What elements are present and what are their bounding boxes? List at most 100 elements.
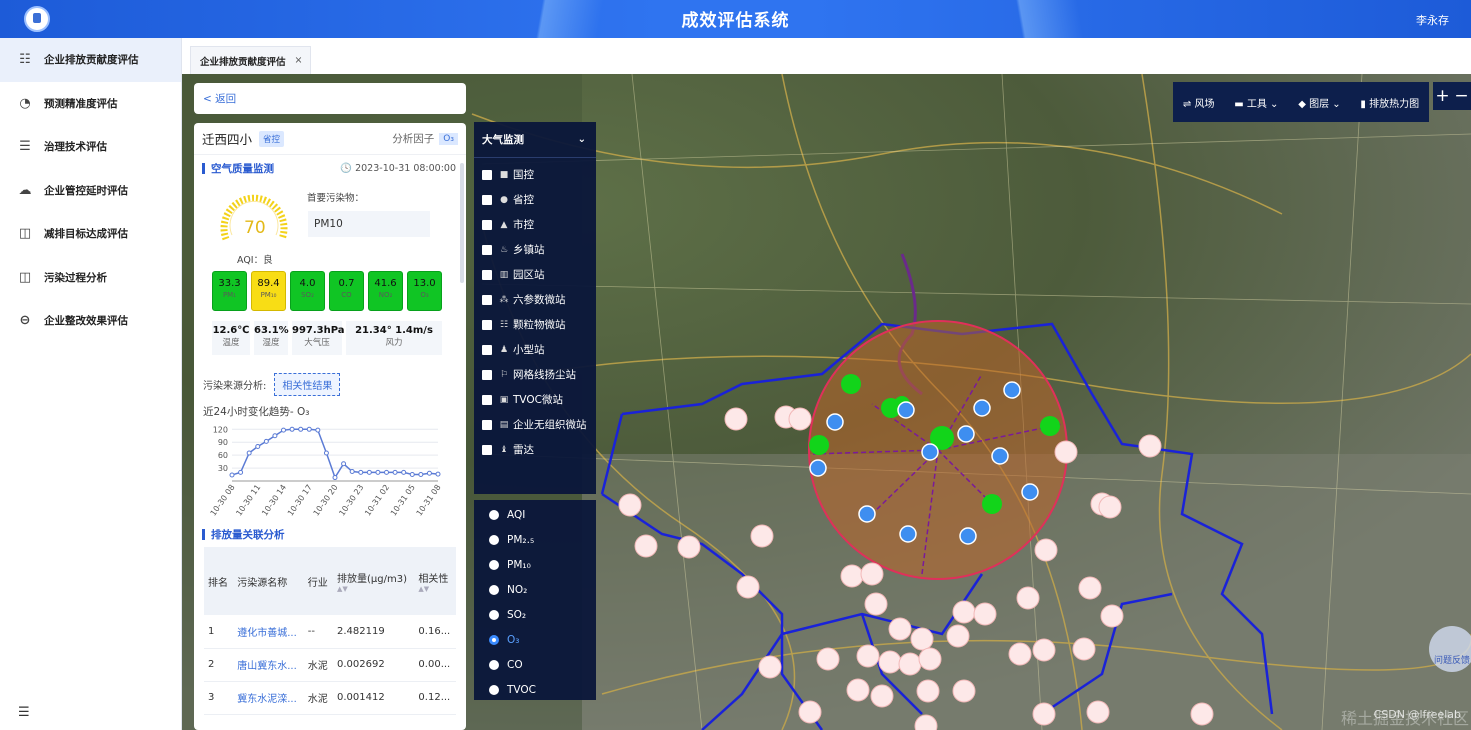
radio[interactable] bbox=[489, 584, 499, 595]
factor-label: PM₂.₅ bbox=[507, 533, 535, 546]
data-point[interactable] bbox=[246, 450, 252, 456]
feedback-button[interactable]: 问题反馈 bbox=[1429, 626, 1471, 672]
wind-field-button[interactable]: ⇌ 风场 bbox=[1183, 95, 1215, 110]
data-point[interactable] bbox=[298, 426, 304, 432]
factor-radio-item[interactable]: PM₂.₅ bbox=[474, 527, 596, 552]
data-point[interactable] bbox=[409, 472, 415, 478]
factor-radio-item[interactable]: AQI bbox=[474, 502, 596, 527]
data-point[interactable] bbox=[349, 469, 355, 475]
factor-radio-item[interactable]: PM₁₀ bbox=[474, 552, 596, 577]
radio[interactable] bbox=[489, 684, 499, 695]
tab-emission-contribution[interactable]: 企业排放贡献度评估 × bbox=[190, 46, 311, 74]
layer-item[interactable]: ☷ 颗粒物微站 bbox=[474, 312, 596, 337]
tools-dropdown[interactable]: ▬ 工具 ⌄ bbox=[1234, 95, 1278, 110]
checkbox[interactable] bbox=[482, 219, 492, 230]
data-point[interactable] bbox=[306, 426, 312, 432]
factor-radio-item[interactable]: SO₂ bbox=[474, 602, 596, 627]
checkbox[interactable] bbox=[482, 419, 492, 430]
data-point[interactable] bbox=[289, 426, 295, 432]
sort-icon[interactable]: ▲▼ bbox=[337, 585, 410, 593]
checkbox[interactable] bbox=[482, 269, 492, 280]
zoom-out-button[interactable]: − bbox=[1454, 86, 1468, 106]
table-row[interactable]: 3 冀东水泥滦... 水泥 0.001412 0.12... bbox=[204, 681, 456, 715]
radio[interactable] bbox=[489, 634, 499, 645]
sidebar-item-1[interactable]: ◔ 预测精准度评估 bbox=[0, 82, 181, 126]
layer-panel-header[interactable]: 大气监测 ⌄ bbox=[474, 122, 596, 158]
factor-radio-item[interactable]: O₃ bbox=[474, 627, 596, 652]
radio[interactable] bbox=[489, 659, 499, 670]
data-point[interactable] bbox=[229, 472, 235, 478]
primary-pollutant-label: 首要污染物： bbox=[307, 193, 365, 204]
layer-item[interactable]: ♨ 乡镇站 bbox=[474, 237, 596, 262]
sidebar-item-0[interactable]: ☷ 企业排放贡献度评估 bbox=[0, 38, 181, 82]
column-header[interactable]: 相关性 ▲▼ bbox=[414, 547, 456, 615]
sort-icon[interactable]: ▲▼ bbox=[418, 585, 452, 593]
table-cell[interactable]: 唐山冀东水... bbox=[233, 648, 304, 682]
sidebar-item-3[interactable]: ☁ 企业管控延时评估 bbox=[0, 169, 181, 213]
layer-item[interactable]: ⁂ 六参数微站 bbox=[474, 287, 596, 312]
radio[interactable] bbox=[489, 609, 499, 620]
layer-item[interactable]: ● 省控 bbox=[474, 187, 596, 212]
layers-dropdown[interactable]: ◆ 图层 ⌄ bbox=[1298, 95, 1340, 110]
factor-radio-item[interactable]: TVOC bbox=[474, 677, 596, 702]
factor-radio-item[interactable]: CO bbox=[474, 652, 596, 677]
data-point[interactable] bbox=[418, 472, 424, 478]
data-point[interactable] bbox=[384, 469, 389, 475]
data-point[interactable] bbox=[375, 469, 381, 475]
data-point[interactable] bbox=[272, 433, 278, 439]
factor-radio-item[interactable]: NO₂ bbox=[474, 577, 596, 602]
layer-item[interactable]: ♝ 雷达 bbox=[474, 437, 596, 462]
data-point[interactable] bbox=[281, 427, 286, 433]
data-point[interactable] bbox=[392, 469, 398, 475]
checkbox[interactable] bbox=[482, 244, 492, 255]
data-point[interactable] bbox=[332, 475, 338, 481]
checkbox[interactable] bbox=[482, 294, 492, 305]
menu-collapse-icon[interactable]: ☰ bbox=[18, 705, 30, 720]
back-button[interactable]: < 返回 bbox=[194, 83, 466, 114]
checkbox[interactable] bbox=[482, 169, 492, 180]
data-point[interactable] bbox=[366, 469, 372, 475]
data-point[interactable] bbox=[341, 461, 347, 467]
column-header[interactable]: 排放量(μg/m3) ▲▼ bbox=[332, 547, 415, 615]
close-icon[interactable]: × bbox=[295, 55, 303, 66]
checkbox[interactable] bbox=[482, 319, 492, 330]
radio[interactable] bbox=[489, 534, 499, 545]
checkbox[interactable] bbox=[482, 194, 492, 205]
layer-item[interactable]: ▣ TVOC微站 bbox=[474, 387, 596, 412]
table-cell[interactable]: 冀东水泥滦... bbox=[233, 681, 304, 715]
data-point[interactable] bbox=[435, 471, 441, 477]
layer-item[interactable]: ■ 国控 bbox=[474, 162, 596, 187]
data-point[interactable] bbox=[238, 469, 244, 475]
data-point[interactable] bbox=[263, 438, 269, 444]
user-name[interactable]: 李永存 bbox=[1416, 12, 1449, 28]
layer-item[interactable]: ♟ 小型站 bbox=[474, 337, 596, 362]
sidebar-item-5[interactable]: ◫ 污染过程分析 bbox=[0, 256, 181, 300]
checkbox[interactable] bbox=[482, 344, 492, 355]
table-row[interactable]: 2 唐山冀东水... 水泥 0.002692 0.00... bbox=[204, 648, 456, 682]
data-point[interactable] bbox=[401, 469, 407, 475]
emission-heatmap-button[interactable]: ▮ 排放热力图 bbox=[1360, 95, 1419, 110]
layer-item[interactable]: ⚐ 网格线扬尘站 bbox=[474, 362, 596, 387]
data-point[interactable] bbox=[358, 469, 364, 475]
data-point[interactable] bbox=[323, 450, 329, 456]
data-point[interactable] bbox=[255, 444, 261, 450]
table-row[interactable]: 1 遵化市善城... -- 2.482119 0.16... bbox=[204, 615, 456, 649]
sidebar-item-4[interactable]: ◫ 减排目标达成评估 bbox=[0, 212, 181, 256]
table-cell[interactable]: 遵化市善城... bbox=[233, 615, 304, 649]
sidebar-item-6[interactable]: ⊖ 企业整改效果评估 bbox=[0, 299, 181, 343]
radio[interactable] bbox=[489, 509, 499, 520]
layer-item[interactable]: ▥ 园区站 bbox=[474, 262, 596, 287]
chevron-down-icon[interactable]: ⌄ bbox=[578, 134, 586, 145]
sidebar-item-2[interactable]: ☰ 治理技术评估 bbox=[0, 125, 181, 169]
radio[interactable] bbox=[489, 559, 499, 570]
analysis-factor-value[interactable]: O₃ bbox=[439, 132, 458, 145]
zoom-in-button[interactable]: + bbox=[1435, 86, 1449, 106]
checkbox[interactable] bbox=[482, 369, 492, 380]
data-point[interactable] bbox=[315, 427, 321, 433]
data-point[interactable] bbox=[426, 470, 432, 476]
layer-item[interactable]: ▤ 企业无组织微站 bbox=[474, 412, 596, 437]
correlation-result-button[interactable]: 相关性结果 bbox=[274, 373, 341, 396]
layer-item[interactable]: ▲ 市控 bbox=[474, 212, 596, 237]
checkbox[interactable] bbox=[482, 394, 492, 405]
checkbox[interactable] bbox=[482, 444, 492, 455]
